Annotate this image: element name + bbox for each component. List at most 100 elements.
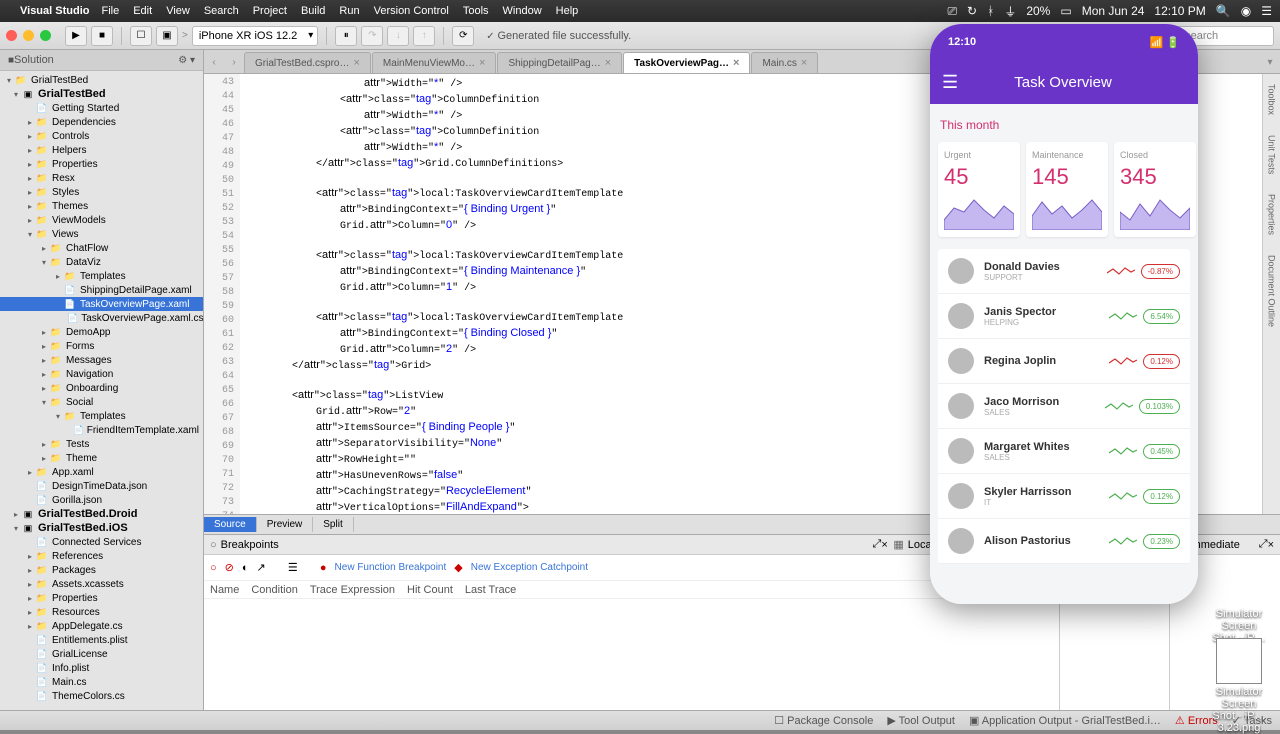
editor-tab[interactable]: GrialTestBed.cspro…×	[244, 52, 371, 73]
sim-person-row[interactable]: Regina Joplin0.12%	[938, 339, 1190, 384]
tree-item[interactable]: 📄Info.plist	[0, 661, 203, 675]
tree-item[interactable]: ▸📁Forms	[0, 339, 203, 353]
tree-item[interactable]: ▸📁References	[0, 549, 203, 563]
sim-people-list[interactable]: Donald DaviesSUPPORT-0.87%Janis SpectorH…	[938, 249, 1190, 564]
tree-item[interactable]: ▸📁Packages	[0, 563, 203, 577]
bp-toggle-icon[interactable]: ◐	[242, 562, 249, 574]
source-tab[interactable]: Source	[204, 517, 257, 532]
tree-item[interactable]: ▸📁Theme	[0, 451, 203, 465]
config-button-2[interactable]: ▣	[156, 26, 178, 46]
menu-search[interactable]: Search	[204, 5, 239, 17]
editor-tab[interactable]: ShippingDetailPag…×	[497, 52, 622, 73]
bluetooth-icon[interactable]: ᚼ	[987, 4, 994, 18]
notification-icon[interactable]: ☰	[1261, 4, 1272, 18]
step-in-button[interactable]: ↓	[387, 26, 409, 46]
menu-run[interactable]: Run	[339, 5, 359, 17]
sim-person-row[interactable]: Alison Pastorius0.23%	[938, 519, 1190, 564]
menu-view[interactable]: View	[166, 5, 190, 17]
tree-item[interactable]: ▸📁Properties	[0, 157, 203, 171]
tree-item[interactable]: ▾📁Views	[0, 227, 203, 241]
sim-person-row[interactable]: Skyler HarrissonIT0.12%	[938, 474, 1190, 519]
app-name[interactable]: Visual Studio	[20, 5, 89, 17]
tree-item[interactable]: 📄ThemeColors.cs	[0, 689, 203, 703]
tree-item[interactable]: 📄FriendItemTemplate.xaml	[0, 423, 203, 437]
tree-item[interactable]: ▸📁Templates	[0, 269, 203, 283]
toolbox-tab[interactable]: Toolbox	[1267, 84, 1277, 115]
tree-item[interactable]: 📄DesignTimeData.json	[0, 479, 203, 493]
tab-nav-back[interactable]: ‹	[204, 51, 224, 73]
tree-item[interactable]: 📄Main.cs	[0, 675, 203, 689]
close-window-button[interactable]	[6, 30, 17, 41]
step-over-button[interactable]: ↷	[361, 26, 383, 46]
tree-item[interactable]: 📄GrialLicense	[0, 647, 203, 661]
tree-item[interactable]: ▸📁Tests	[0, 437, 203, 451]
tree-item[interactable]: ▸📁ChatFlow	[0, 241, 203, 255]
tree-item[interactable]: ▸📁DemoApp	[0, 325, 203, 339]
run-button[interactable]: ▶	[65, 26, 87, 46]
minimize-window-button[interactable]	[23, 30, 34, 41]
menu-window[interactable]: Window	[503, 5, 542, 17]
config-button[interactable]: ☐	[130, 26, 152, 46]
menu-help[interactable]: Help	[556, 5, 579, 17]
tree-item[interactable]: 📄Gorilla.json	[0, 493, 203, 507]
pause-button[interactable]: ⏸	[335, 26, 357, 46]
tree-item[interactable]: ▸📁Resources	[0, 605, 203, 619]
battery-icon[interactable]: ▭	[1060, 4, 1071, 18]
package-console-pad[interactable]: ☐ Package Console	[774, 714, 873, 727]
tree-item[interactable]: 📄Connected Services	[0, 535, 203, 549]
tree-item[interactable]: ▸📁Controls	[0, 129, 203, 143]
tree-item[interactable]: 📄TaskOverviewPage.xaml	[0, 297, 203, 311]
tree-item[interactable]: ▸📁Resx	[0, 171, 203, 185]
menu-tools[interactable]: Tools	[463, 5, 489, 17]
tree-item[interactable]: ▾📁Social	[0, 395, 203, 409]
hamburger-icon[interactable]: ☰	[942, 72, 958, 93]
doc-outline-tab[interactable]: Document Outline	[1267, 255, 1277, 327]
menu-project[interactable]: Project	[253, 5, 287, 17]
tree-item[interactable]: ▸📁App.xaml	[0, 465, 203, 479]
tree-item[interactable]: ▸📁ViewModels	[0, 213, 203, 227]
tab-overflow[interactable]: ▾	[1260, 51, 1280, 73]
bp-new-icon[interactable]: ○	[210, 562, 217, 574]
spotlight-icon[interactable]: 🔍	[1216, 4, 1231, 18]
tree-item[interactable]: ▸📁Dependencies	[0, 115, 203, 129]
properties-tab[interactable]: Properties	[1267, 194, 1277, 235]
unit-tests-tab[interactable]: Unit Tests	[1267, 135, 1277, 174]
sim-person-row[interactable]: Donald DaviesSUPPORT-0.87%	[938, 249, 1190, 294]
sim-card[interactable]: Closed345	[1114, 142, 1196, 237]
tree-item[interactable]: ▾📁Templates	[0, 409, 203, 423]
editor-tab[interactable]: Main.cs×	[751, 52, 818, 73]
close-pad-icon[interactable]: ×	[881, 539, 887, 551]
tree-item[interactable]: ▸📁Styles	[0, 185, 203, 199]
tree-item[interactable]: ▸📁Messages	[0, 353, 203, 367]
refresh-button[interactable]: ⟳	[452, 26, 474, 46]
sim-person-row[interactable]: Jaco MorrisonSALES0.103%	[938, 384, 1190, 429]
tree-item[interactable]: 📄Getting Started	[0, 101, 203, 115]
tree-item[interactable]: ▸▣GrialTestBed.Droid	[0, 507, 203, 521]
step-out-button[interactable]: ↑	[413, 26, 435, 46]
sim-person-row[interactable]: Margaret WhitesSALES0.45%	[938, 429, 1190, 474]
tree-item[interactable]: ▸📁AppDelegate.cs	[0, 619, 203, 633]
bp-props-icon[interactable]: ☰	[288, 561, 298, 574]
new-func-breakpoint[interactable]: New Function Breakpoint	[335, 562, 447, 573]
split-tab[interactable]: Split	[313, 517, 353, 532]
siri-icon[interactable]: ◉	[1241, 4, 1251, 18]
editor-tab[interactable]: TaskOverviewPag…×	[623, 52, 750, 73]
new-exc-catchpoint[interactable]: New Exception Catchpoint	[471, 562, 588, 573]
tree-item[interactable]: ▸📁Onboarding	[0, 381, 203, 395]
screenshare-icon[interactable]: ⎚	[947, 4, 957, 19]
tab-nav-fwd[interactable]: ›	[224, 51, 244, 73]
tree-item[interactable]: ▾▣GrialTestBed	[0, 87, 203, 101]
tool-output-pad[interactable]: ▶ Tool Output	[887, 714, 955, 727]
tree-item[interactable]: ▸📁Navigation	[0, 367, 203, 381]
tree-item[interactable]: ▾📁DataViz	[0, 255, 203, 269]
target-device-dropdown[interactable]: iPhone XR iOS 12.2	[192, 26, 318, 46]
editor-tab[interactable]: MainMenuViewMo…×	[372, 52, 497, 73]
stop-button[interactable]: ■	[91, 26, 113, 46]
tree-item[interactable]: ▸📁Assets.xcassets	[0, 577, 203, 591]
menu-vc[interactable]: Version Control	[374, 5, 449, 17]
app-output-pad[interactable]: ▣ Application Output - GrialTestBed.i…	[969, 714, 1161, 727]
tree-item[interactable]: ▾▣GrialTestBed.iOS	[0, 521, 203, 535]
tree-item[interactable]: ▾📁GrialTestBed	[0, 73, 203, 87]
menu-edit[interactable]: Edit	[133, 5, 152, 17]
tree-item[interactable]: 📄ShippingDetailPage.xaml	[0, 283, 203, 297]
